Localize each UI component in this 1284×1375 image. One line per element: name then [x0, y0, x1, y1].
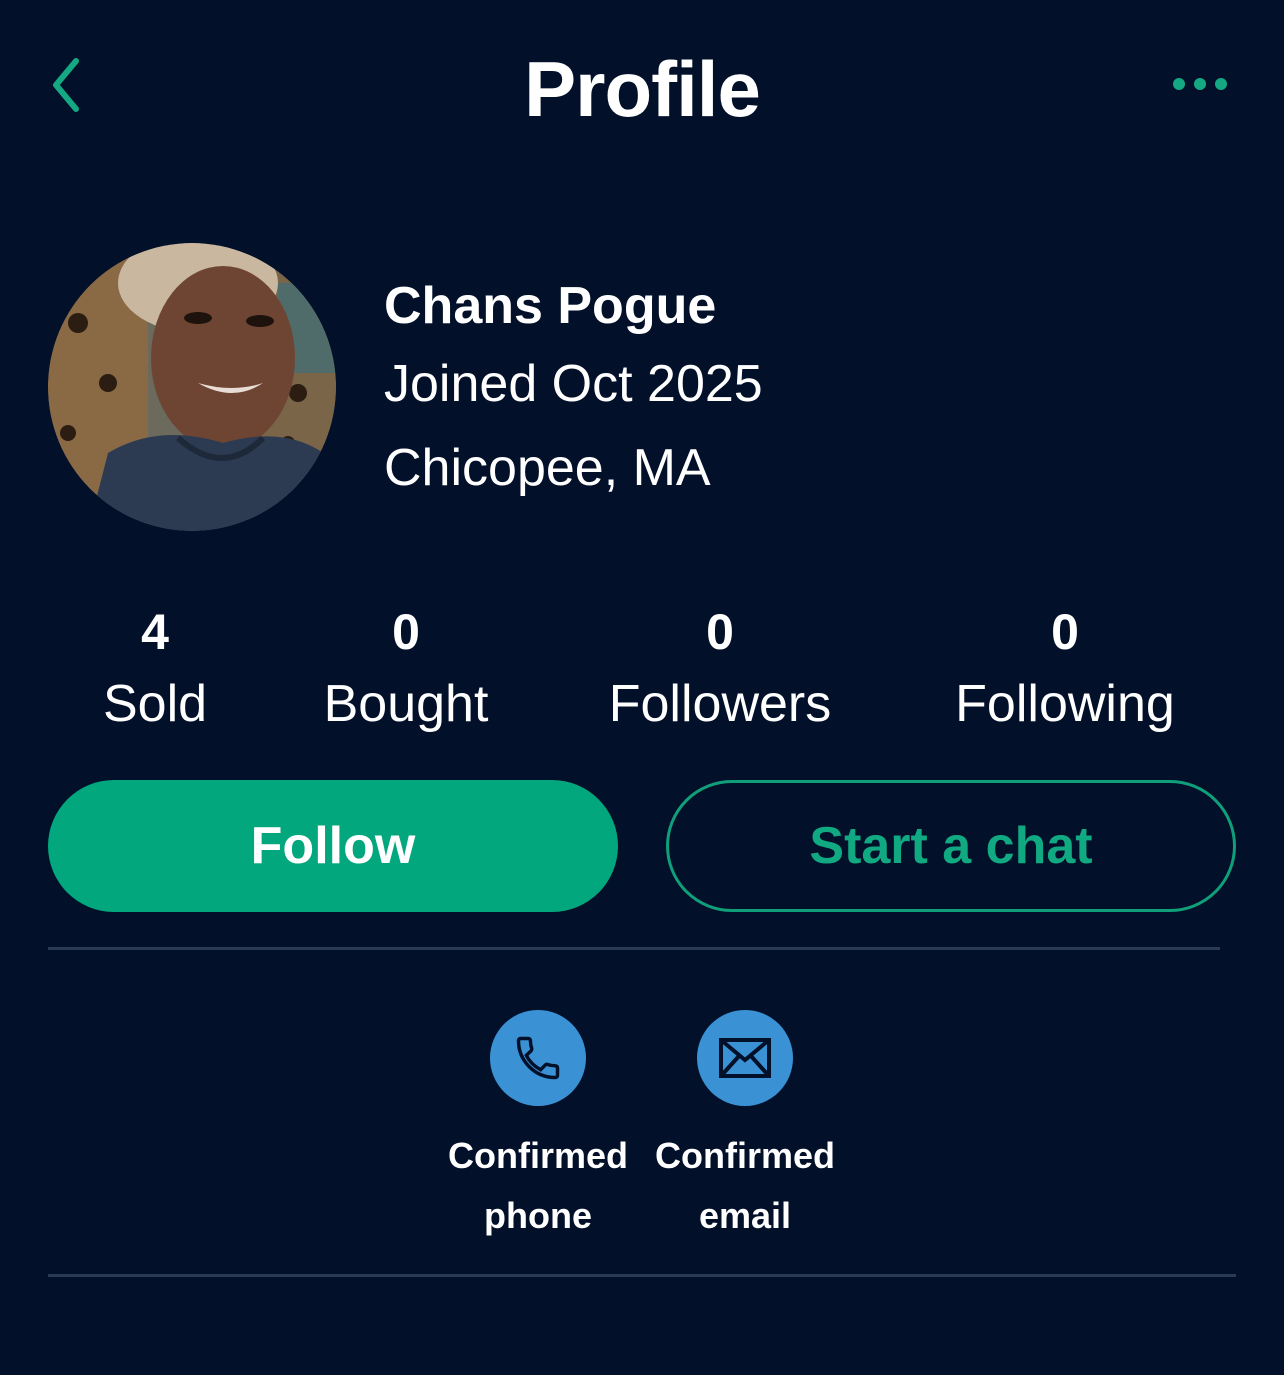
stat-followers[interactable]: 0 Followers — [609, 600, 832, 744]
email-icon — [719, 1038, 771, 1078]
verification-line1: Confirmed — [448, 1135, 628, 1176]
stat-label: Bought — [323, 675, 489, 733]
stat-sold[interactable]: 4 Sold — [103, 600, 207, 744]
verification-line1: Confirmed — [655, 1135, 835, 1176]
phone-icon — [516, 1036, 560, 1080]
verification-label: Confirmed phone — [438, 1126, 638, 1246]
verification-label: Confirmed email — [645, 1126, 845, 1246]
stat-bought[interactable]: 0 Bought — [324, 600, 489, 744]
phone-badge — [490, 1010, 586, 1106]
verification-line2: phone — [484, 1195, 592, 1236]
joined-date: Joined Oct 2025 — [384, 355, 763, 413]
divider — [48, 1274, 1236, 1277]
stat-following[interactable]: 0 Following — [955, 600, 1175, 744]
stat-label: Following — [955, 675, 1175, 733]
profile-screen: Profile Chans Pogue Joined Oct 2025 Chic… — [0, 0, 1284, 1375]
more-horizontal-icon — [1173, 78, 1227, 90]
email-badge — [697, 1010, 793, 1106]
verification-phone: Confirmed phone — [438, 1010, 638, 1246]
verification-line2: email — [698, 1195, 792, 1236]
profile-name: Chans Pogue — [384, 277, 717, 335]
user-avatar-photo — [48, 243, 336, 531]
stats-row: 4 Sold 0 Bought 0 Followers 0 Following — [0, 600, 1284, 740]
stat-label: Sold — [102, 675, 208, 733]
verification-email: Confirmed email — [645, 1010, 845, 1246]
profile-info: Chans Pogue Joined Oct 2025 Chicopee, MA — [384, 270, 763, 510]
stat-count: 4 — [141, 604, 169, 660]
follow-button[interactable]: Follow — [48, 780, 618, 912]
stat-count: 0 — [706, 604, 734, 660]
divider — [48, 947, 1220, 950]
location: Chicopee, MA — [384, 439, 711, 497]
avatar — [48, 243, 336, 531]
page-title: Profile — [524, 45, 761, 133]
start-chat-button[interactable]: Start a chat — [666, 780, 1236, 912]
more-options-button[interactable] — [1168, 60, 1232, 108]
stat-count: 0 — [392, 604, 420, 660]
stat-count: 0 — [1051, 604, 1079, 660]
stat-label: Followers — [608, 675, 832, 733]
